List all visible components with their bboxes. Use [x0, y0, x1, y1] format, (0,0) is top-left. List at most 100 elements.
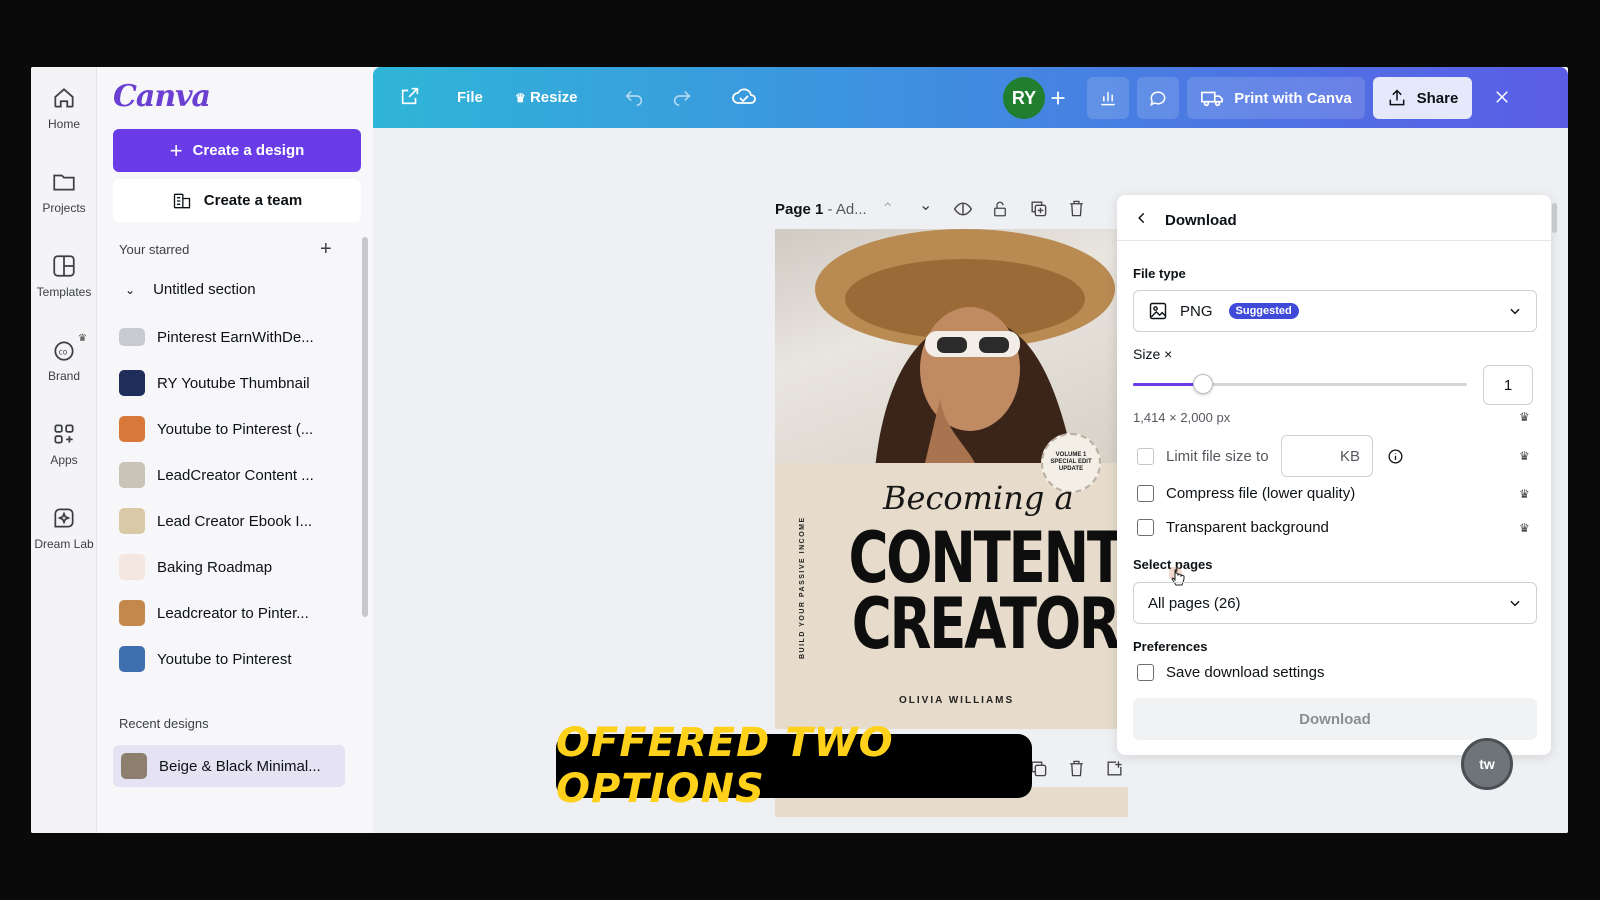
photo-illustration	[815, 229, 1115, 469]
starred-item-label: Baking Roadmap	[157, 558, 273, 576]
recent-designs-heading: Recent designs	[119, 716, 209, 731]
chevron-up-icon[interactable]: ⌃	[881, 199, 894, 219]
add-starred-icon[interactable]: +	[320, 239, 332, 259]
apps-icon	[54, 424, 74, 444]
resize-button[interactable]: ♛ Resize	[515, 89, 577, 106]
compress-file-row[interactable]: Compress file (lower quality)	[1137, 485, 1355, 502]
print-label: Print with Canva	[1234, 89, 1352, 107]
starred-item-pinterest-earn[interactable]: Pinterest EarnWithDe...	[119, 320, 349, 354]
design-thumbnail	[119, 646, 145, 672]
sidebar-scrollbar[interactable]	[362, 237, 368, 617]
trash-icon[interactable]	[1067, 199, 1086, 218]
redo-icon[interactable]	[671, 85, 693, 107]
woman-photo	[775, 229, 1128, 469]
hide-page-icon[interactable]	[953, 199, 973, 219]
untitled-section[interactable]: ⌄ Untitled section	[125, 281, 256, 298]
download-panel-scrollbar[interactable]	[1552, 203, 1557, 233]
add-page-icon[interactable]	[1105, 759, 1124, 778]
back-arrow-icon[interactable]	[1135, 210, 1149, 226]
page-name: - Ad...	[823, 201, 867, 218]
templates-icon	[53, 255, 75, 277]
trash-icon[interactable]	[1067, 759, 1086, 778]
compress-file-label: Compress file (lower quality)	[1166, 485, 1356, 502]
info-icon[interactable]	[1387, 448, 1404, 465]
recent-design-item[interactable]: Beige & Black Minimal...	[113, 745, 345, 787]
duplicate-icon[interactable]	[1029, 199, 1048, 218]
starred-item-ry-thumbnail[interactable]: RY Youtube Thumbnail	[119, 366, 349, 400]
starred-item-leadcreator-content[interactable]: LeadCreator Content ...	[119, 458, 349, 492]
open-external-icon[interactable]	[399, 85, 421, 107]
rail-home[interactable]: Home	[31, 85, 97, 131]
design-thumbnail	[119, 600, 145, 626]
upload-icon	[1389, 89, 1405, 106]
limit-file-size-checkbox[interactable]	[1137, 448, 1154, 465]
comments-button[interactable]	[1137, 77, 1179, 119]
create-team-label: Create a team	[203, 192, 303, 209]
transparent-background-checkbox[interactable]	[1137, 519, 1154, 536]
design-thumbnail	[121, 753, 147, 779]
insights-button[interactable]	[1087, 77, 1129, 119]
undo-icon[interactable]	[623, 85, 645, 107]
cloud-saved-icon[interactable]	[731, 85, 757, 107]
starred-item-baking-roadmap[interactable]: Baking Roadmap	[119, 550, 349, 584]
poster-title-line-1: CONTENT	[848, 517, 1124, 599]
chevron-down-icon	[1510, 308, 1520, 315]
size-slider-handle[interactable]	[1193, 374, 1214, 394]
rail-projects[interactable]: Projects	[31, 169, 97, 215]
select-pages-dropdown[interactable]: All pages (26)	[1133, 582, 1537, 624]
close-icon[interactable]	[1493, 88, 1511, 106]
truck-icon	[1201, 91, 1224, 107]
editor-topbar: File ♛ Resize RY Print with Canva Share	[373, 67, 1568, 128]
starred-item-label: Youtube to Pinterest	[157, 650, 292, 668]
crown-icon: ♛	[1519, 449, 1530, 463]
add-collaborator-icon[interactable]	[1047, 87, 1069, 109]
create-design-button[interactable]: + Create a design	[113, 129, 361, 172]
starred-item-lead-creator-ebook[interactable]: Lead Creator Ebook I...	[119, 504, 349, 538]
share-button[interactable]: Share	[1373, 77, 1472, 119]
size-slider[interactable]	[1133, 374, 1467, 394]
file-size-input[interactable]: KB	[1281, 435, 1373, 477]
limit-file-size-row[interactable]: Limit file size to	[1137, 448, 1269, 465]
select-pages-value: All pages (26)	[1148, 594, 1241, 612]
starred-item-youtube-pinterest-2[interactable]: Youtube to Pinterest	[119, 642, 349, 676]
file-type-label: File type	[1133, 266, 1186, 281]
kb-unit: KB	[1339, 447, 1360, 465]
crown-icon: ♛	[1519, 410, 1530, 424]
side-panel: Canva + Create a design Create a team Yo…	[97, 67, 373, 833]
starred-item-leadcreator-pinterest[interactable]: Leadcreator to Pinter...	[119, 596, 349, 630]
save-settings-row[interactable]: Save download settings	[1137, 664, 1324, 681]
rail-dream-lab-label: Dream Lab	[34, 537, 94, 551]
rail-apps[interactable]: Apps	[31, 421, 97, 467]
transparent-background-row[interactable]: Transparent background	[1137, 519, 1329, 536]
print-with-canva-button[interactable]: Print with Canva	[1187, 77, 1365, 119]
starred-item-youtube-pinterest-1[interactable]: Youtube to Pinterest (...	[119, 412, 349, 446]
canva-logo[interactable]: Canva	[113, 79, 211, 114]
page-title[interactable]: Page 1 - Ad...	[775, 201, 867, 218]
rail-dream-lab[interactable]: Dream Lab	[31, 505, 97, 551]
size-input[interactable]: 1	[1483, 365, 1533, 405]
file-menu[interactable]: File	[457, 89, 483, 106]
starred-heading: Your starred	[119, 242, 190, 257]
recent-design-label: Beige & Black Minimal...	[159, 757, 321, 775]
svg-text:co: co	[59, 347, 68, 356]
download-button[interactable]: Download	[1133, 698, 1537, 740]
chevron-down-icon[interactable]: ⌄	[919, 195, 932, 215]
design-page[interactable]: VOLUME 1 SPECIAL EDIT UPDATE Becoming a …	[775, 229, 1128, 729]
poster-side-text: BUILD YOUR PASSIVE INCOME	[799, 516, 806, 659]
rail-brand-label: Brand	[47, 369, 81, 383]
floating-assistant-button[interactable]: tw	[1461, 738, 1513, 790]
crown-icon: ♛	[1519, 487, 1530, 501]
save-settings-checkbox[interactable]	[1137, 664, 1154, 681]
user-avatar[interactable]: RY	[1003, 77, 1045, 119]
poster-title-line-2: CREATOR	[851, 583, 1121, 665]
team-icon	[173, 193, 190, 208]
bar-chart-icon	[1101, 92, 1115, 106]
save-settings-label: Save download settings	[1166, 664, 1325, 681]
file-type-select[interactable]: PNG Suggested	[1133, 290, 1537, 332]
create-team-button[interactable]: Create a team	[113, 179, 361, 222]
rail-templates[interactable]: Templates	[31, 253, 97, 299]
rail-brand[interactable]: ♛ co Brand	[31, 333, 97, 383]
lock-icon[interactable]	[991, 199, 1009, 219]
compress-file-checkbox[interactable]	[1137, 485, 1154, 502]
design-thumbnail	[119, 554, 145, 580]
